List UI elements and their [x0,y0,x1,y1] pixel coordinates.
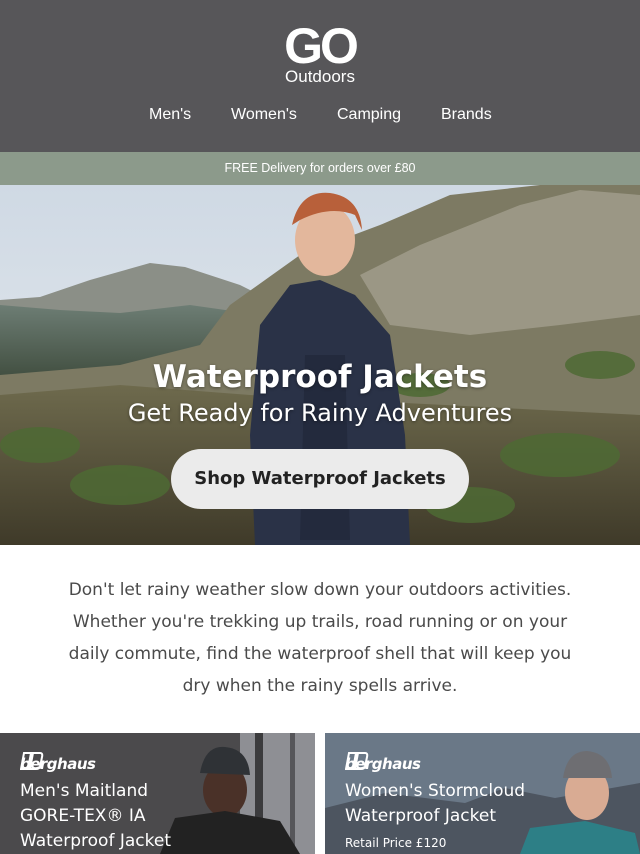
hero-subtitle: Get Ready for Rainy Adventures [127,399,513,427]
nav-womens[interactable]: Women's [231,104,297,126]
site-header: GO Outdoors Men's Women's Camping Brands [0,0,640,152]
product-title-line: Waterproof Jacket [20,831,171,851]
shop-waterproof-jackets-button[interactable]: Shop Waterproof Jackets [171,449,469,509]
product-title-line: GORE-TEX® IA [20,806,146,826]
berghaus-logo: berghaus [345,751,421,777]
berghaus-mark-icon [20,752,44,770]
nav-mens[interactable]: Men's [149,104,191,126]
berghaus-logo: berghaus [20,751,96,777]
product-card-mens-maitland[interactable]: berghaus Men's Maitland GORE-TEX® IA Wat… [0,733,315,854]
free-delivery-banner[interactable]: FREE Delivery for orders over £80 [0,152,640,185]
product-card-womens-stormcloud[interactable]: berghaus Women's Stormcloud Waterproof J… [325,733,640,854]
main-nav: Men's Women's Camping Brands [0,104,640,128]
product-title-line: Women's Stormcloud [345,781,526,801]
product-title-line: Men's Maitland [20,781,149,801]
nav-brands[interactable]: Brands [441,104,492,126]
hero-title: Waterproof Jackets [152,359,488,395]
intro-paragraph: Don't let rainy weather slow down your o… [68,580,572,696]
logo-main-text: GO [284,18,359,74]
logo-sub-text: Outdoors [285,67,355,86]
product-title-line: Waterproof Jacket [345,806,496,826]
product-title: Women's Stormcloud Waterproof Jacket [345,779,525,829]
product-price: Retail Price £120 [345,836,447,850]
go-outdoors-logo[interactable]: GO Outdoors [0,18,640,86]
nav-camping[interactable]: Camping [337,104,401,126]
product-title: Men's Maitland GORE-TEX® IA Waterproof J… [20,779,171,854]
berghaus-mark-icon [345,752,369,770]
